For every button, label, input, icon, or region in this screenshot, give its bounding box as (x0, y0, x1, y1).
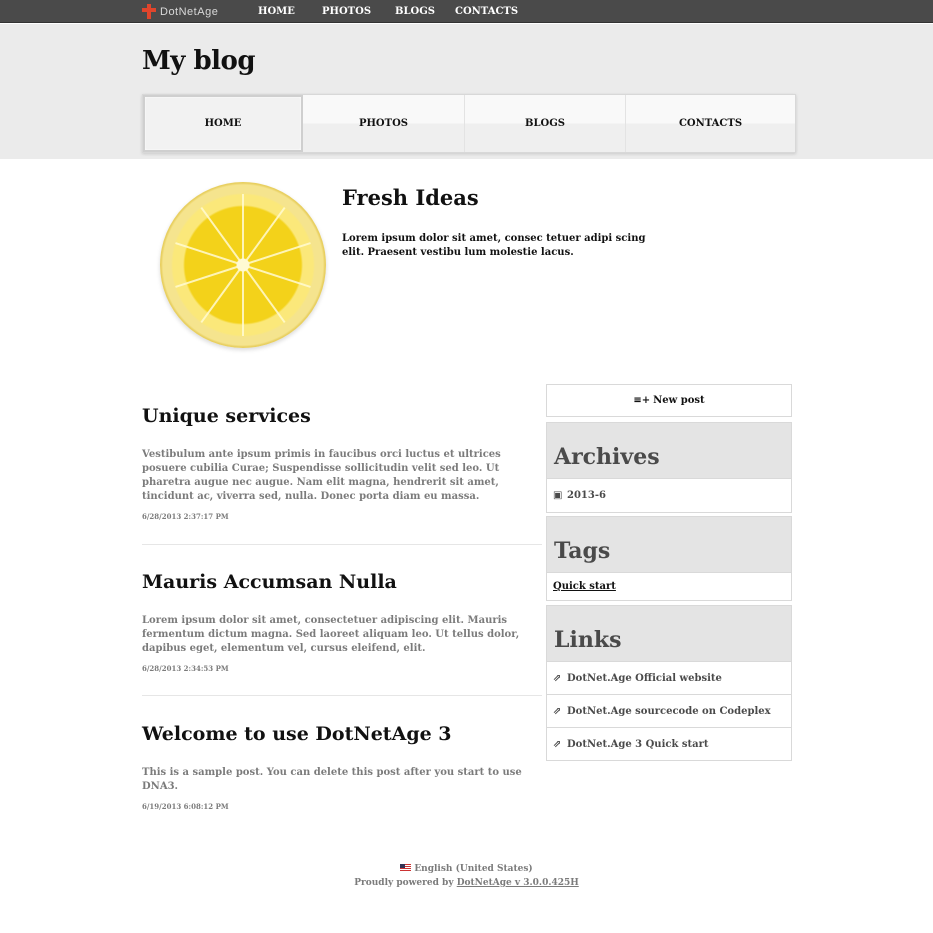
link-item[interactable]: ⇗ DotNet.Age Official website (546, 662, 792, 695)
links-widget: Links ⇗ DotNet.Age Official website ⇗ Do… (546, 605, 792, 761)
main-nav: HOME PHOTOS BLOGS CONTACTS (142, 94, 796, 153)
powered-by: Proudly powered by DotNetAge v 3.0.0.425… (0, 876, 933, 890)
brand-name: DotNetAge (160, 5, 219, 18)
tags-title: Tags (546, 516, 792, 573)
tags-widget: Tags Quick start (546, 516, 792, 601)
lemon-image (160, 182, 326, 348)
site-footer: English (United States) Proudly powered … (0, 862, 933, 890)
external-link-icon: ⇗ (553, 672, 562, 684)
external-link-icon: ⇗ (553, 738, 562, 750)
hero-text: Lorem ipsum dolor sit amet, consec tetue… (342, 233, 646, 258)
brand-logo[interactable]: DotNetAge (142, 3, 218, 20)
post-item: Unique services Vestibulum ante ipsum pr… (142, 405, 542, 521)
tag-item: Quick start (546, 573, 792, 601)
new-post-label: New post (653, 395, 705, 406)
link-item-label: DotNet.Age sourcecode on Codeplex (567, 705, 771, 717)
post-title[interactable]: Mauris Accumsan Nulla (142, 571, 542, 593)
post-item: Welcome to use DotNetAge 3 This is a sam… (142, 723, 542, 811)
post-date: 6/28/2013 2:34:53 PM (142, 664, 229, 673)
hero-title: Fresh Ideas (342, 185, 479, 210)
language-selector[interactable]: English (United States) (0, 862, 933, 876)
archives-widget: Archives ▣ 2013-6 (546, 422, 792, 513)
link-item[interactable]: ⇗ DotNet.Age 3 Quick start (546, 728, 792, 761)
top-nav: HOME PHOTOS BLOGS CONTACTS (258, 0, 518, 23)
site-title[interactable]: My blog (142, 46, 256, 76)
new-post-button[interactable]: ≡+ New post (546, 384, 792, 417)
post-title[interactable]: Welcome to use DotNetAge 3 (142, 723, 542, 745)
link-item[interactable]: ⇗ DotNet.Age sourcecode on Codeplex (546, 695, 792, 728)
top-nav-photos[interactable]: PHOTOS (322, 0, 395, 23)
post-divider (142, 695, 542, 696)
language-label: English (United States) (414, 864, 533, 874)
link-item-label: DotNet.Age Official website (567, 672, 722, 684)
site-header: My blog HOME PHOTOS BLOGS CONTACTS (0, 24, 933, 159)
post-item: Mauris Accumsan Nulla Lorem ipsum dolor … (142, 571, 542, 673)
us-flag-icon (400, 864, 412, 871)
top-nav-home[interactable]: HOME (258, 0, 322, 23)
post-body: Vestibulum ante ipsum primis in faucibus… (142, 449, 501, 502)
links-title: Links (546, 605, 792, 662)
top-nav-blogs[interactable]: BLOGS (395, 0, 455, 23)
dotnetage-logo-icon (142, 4, 156, 19)
link-item-label: DotNet.Age 3 Quick start (567, 738, 709, 750)
main-nav-contacts[interactable]: CONTACTS (626, 95, 795, 152)
post-date: 6/28/2013 2:37:17 PM (142, 512, 229, 521)
post-title[interactable]: Unique services (142, 405, 542, 427)
post-body: This is a sample post. You can delete th… (142, 767, 522, 792)
post-date: 6/19/2013 6:08:12 PM (142, 802, 229, 811)
top-nav-contacts[interactable]: CONTACTS (455, 0, 518, 23)
powered-by-link[interactable]: DotNetAge v 3.0.0.425H (457, 878, 579, 888)
external-link-icon: ⇗ (553, 705, 562, 717)
archives-title: Archives (546, 422, 792, 479)
main-nav-home[interactable]: HOME (143, 95, 303, 152)
top-bar: DotNetAge HOME PHOTOS BLOGS CONTACTS (0, 0, 933, 23)
powered-prefix: Proudly powered by (354, 878, 454, 888)
new-post-icon: ≡+ (633, 395, 651, 406)
post-divider (142, 544, 542, 545)
main-nav-blogs[interactable]: BLOGS (465, 95, 626, 152)
archive-item-label: 2013-6 (567, 490, 606, 501)
main-nav-photos[interactable]: PHOTOS (303, 95, 465, 152)
tag-link[interactable]: Quick start (553, 581, 616, 592)
post-body: Lorem ipsum dolor sit amet, consectetuer… (142, 615, 520, 654)
archive-item[interactable]: ▣ 2013-6 (546, 479, 792, 513)
calendar-icon: ▣ (553, 490, 563, 501)
